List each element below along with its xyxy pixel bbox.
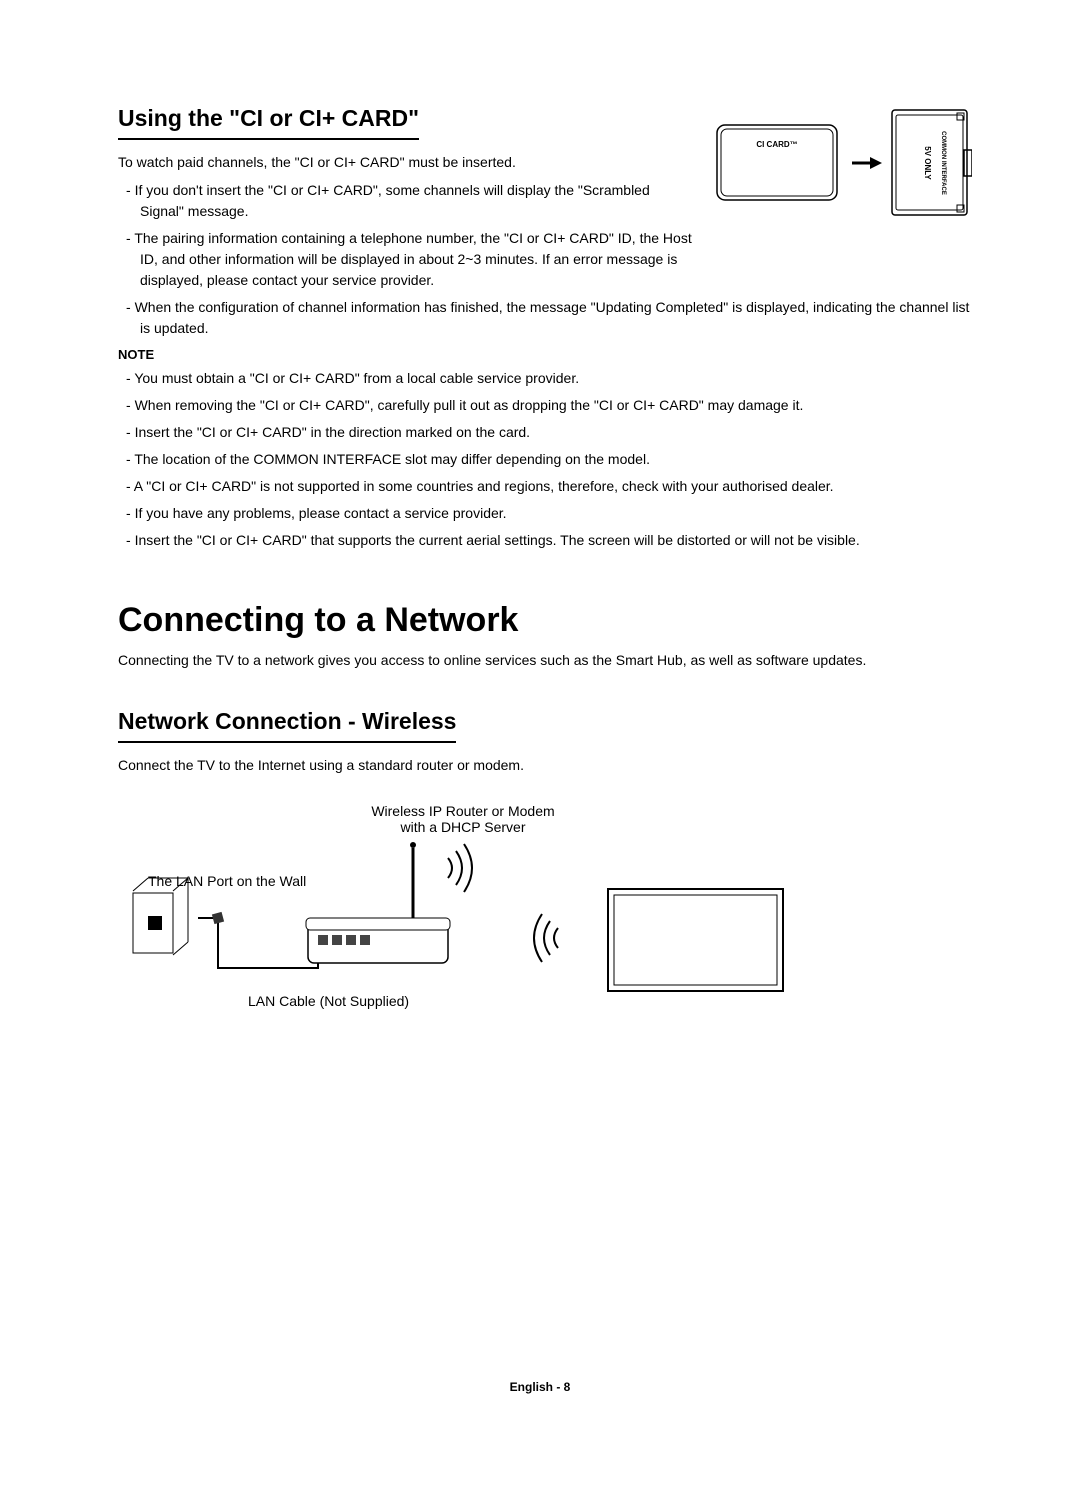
ci-card-text-column: Using the "CI or CI+ CARD" To watch paid… bbox=[118, 105, 692, 297]
note-bullet: If you have any problems, please contact… bbox=[118, 503, 972, 524]
wireless-diagram-svg bbox=[118, 823, 798, 1023]
note-bullet: When removing the "CI or CI+ CARD", care… bbox=[118, 395, 972, 416]
wireless-intro: Connect the TV to the Internet using a s… bbox=[118, 757, 972, 773]
note-bullets: You must obtain a "CI or CI+ CARD" from … bbox=[118, 368, 972, 551]
network-intro: Connecting the TV to a network gives you… bbox=[118, 652, 972, 668]
note-heading: NOTE bbox=[118, 347, 972, 362]
ci-bullet: The pairing information containing a tel… bbox=[118, 228, 692, 291]
note-bullet: You must obtain a "CI or CI+ CARD" from … bbox=[118, 368, 972, 389]
section-title-wireless: Network Connection - Wireless bbox=[118, 708, 456, 743]
note-bullet: The location of the COMMON INTERFACE slo… bbox=[118, 449, 972, 470]
ci-intro: To watch paid channels, the "CI or CI+ C… bbox=[118, 154, 692, 170]
ci-bullet: If you don't insert the "CI or CI+ CARD"… bbox=[118, 180, 692, 222]
ci-card-diagram: CI CARD™ 5V ONLY COMMON INTERFACE bbox=[712, 105, 972, 297]
page-footer: English - 8 bbox=[0, 1380, 1080, 1394]
slot-ci-label: COMMON INTERFACE bbox=[940, 131, 946, 195]
note-bullet: A "CI or CI+ CARD" is not supported in s… bbox=[118, 476, 972, 497]
section-title-ci: Using the "CI or CI+ CARD" bbox=[118, 105, 419, 140]
ci-bullet: When the configuration of channel inform… bbox=[118, 297, 972, 339]
note-bullet: Insert the "CI or CI+ CARD" in the direc… bbox=[118, 422, 972, 443]
note-bullet: Insert the "CI or CI+ CARD" that support… bbox=[118, 530, 972, 551]
ci-card-label: CI CARD™ bbox=[756, 140, 797, 149]
wireless-diagram-area: Wireless IP Router or Modem with a DHCP … bbox=[118, 803, 972, 1053]
ci-top-bullets: If you don't insert the "CI or CI+ CARD"… bbox=[118, 180, 692, 291]
slot-5v-label: 5V ONLY bbox=[923, 146, 932, 180]
ci-card-section: Using the "CI or CI+ CARD" To watch paid… bbox=[118, 105, 972, 297]
ci-card-diagram-svg: CI CARD™ 5V ONLY COMMON INTERFACE bbox=[712, 105, 972, 220]
main-heading-network: Connecting to a Network bbox=[118, 601, 972, 640]
ci-below-bullets: When the configuration of channel inform… bbox=[118, 297, 972, 339]
